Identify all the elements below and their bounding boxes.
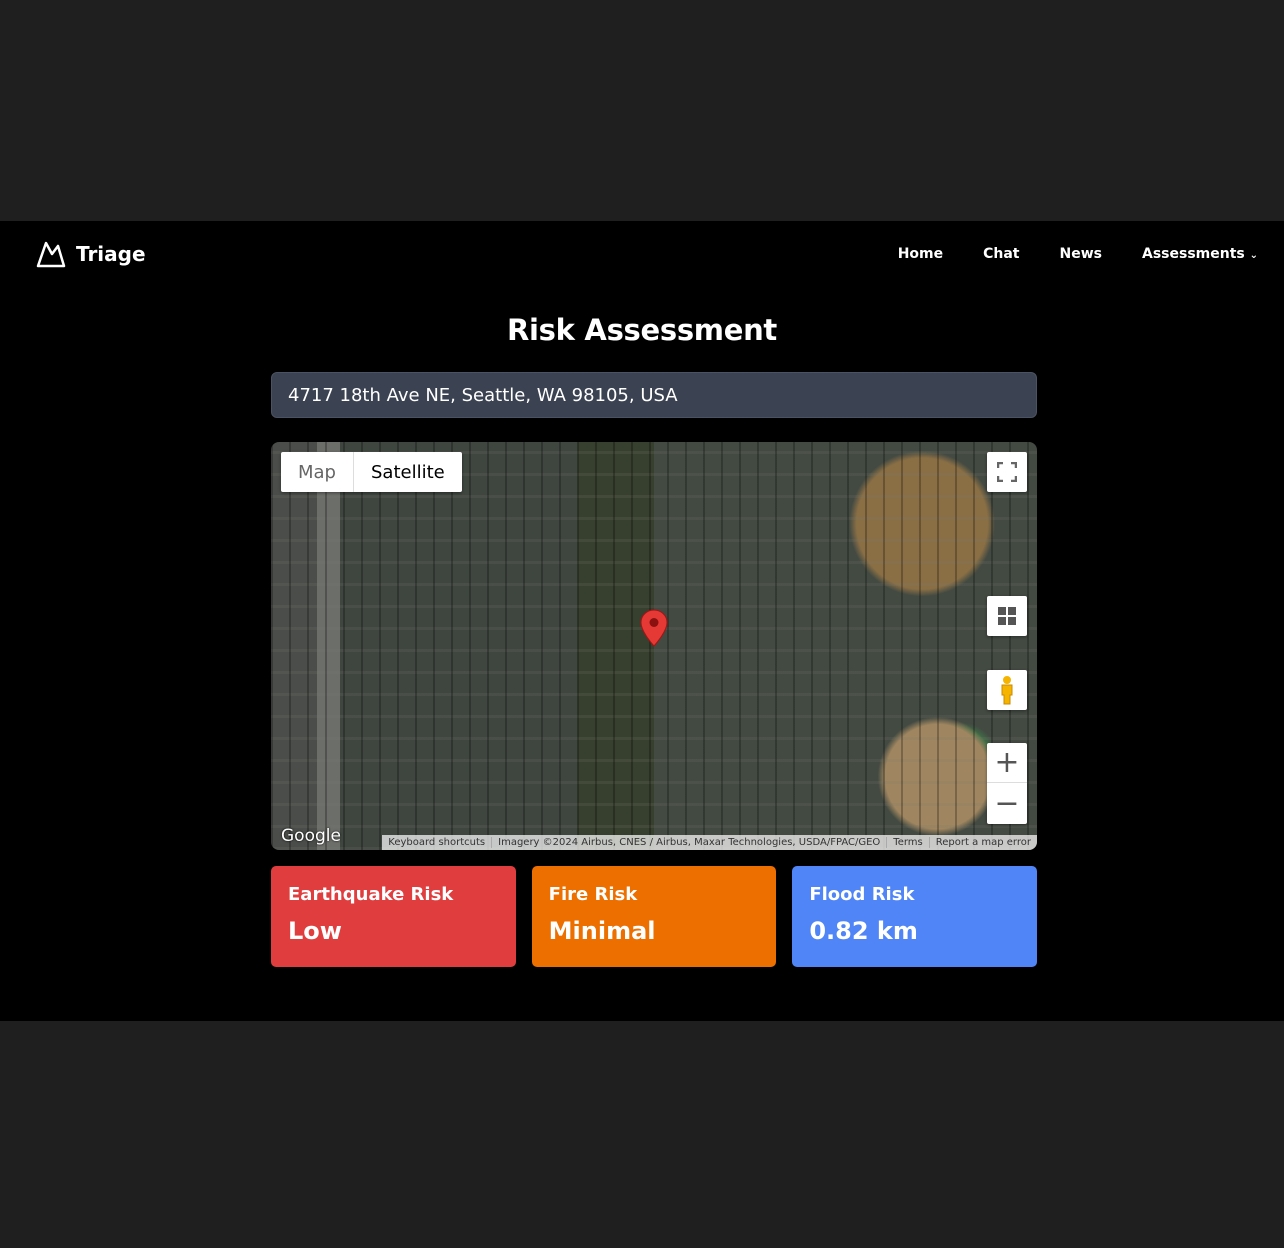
map-type-control: Map Satellite [281, 452, 462, 492]
zoom-in-icon[interactable]: + [987, 743, 1027, 783]
map-attribution: Keyboard shortcuts Imagery ©2024 Airbus,… [382, 835, 1037, 850]
nav-assessments[interactable]: Assessments ⌄ [1142, 246, 1258, 262]
card-title: Flood Risk [809, 884, 915, 905]
map-pin-icon[interactable] [640, 609, 668, 647]
zoom-control: + − [987, 743, 1027, 824]
imagery-credit: Imagery ©2024 Airbus, CNES / Airbus, Max… [491, 837, 886, 848]
map-type-map[interactable]: Map [281, 452, 354, 492]
flood-risk-card: Flood Risk 0.82 km [792, 866, 1038, 967]
card-value: Minimal [548, 917, 656, 945]
mountain-logo-icon [36, 241, 66, 268]
risk-cards: Earthquake Risk Low Fire Risk Minimal Fl… [271, 866, 1038, 967]
map-type-satellite[interactable]: Satellite [354, 452, 462, 492]
app: Triage Home Chat News Assessments ⌄ Risk… [0, 221, 1284, 1021]
terms-link[interactable]: Terms [886, 837, 928, 848]
nav-chat[interactable]: Chat [983, 246, 1019, 262]
fire-risk-card: Fire Risk Minimal [531, 866, 777, 967]
card-value: Low [288, 917, 342, 945]
keyboard-shortcuts-link[interactable]: Keyboard shortcuts [382, 837, 491, 848]
zoom-out-icon[interactable]: − [987, 783, 1027, 823]
page-title: Risk Assessment [507, 313, 777, 347]
card-title: Fire Risk [548, 884, 638, 905]
card-title: Earthquake Risk [288, 884, 454, 905]
navbar: Triage Home Chat News Assessments ⌄ [0, 221, 1284, 287]
report-error-link[interactable]: Report a map error [928, 837, 1037, 848]
pegman-icon[interactable] [987, 670, 1027, 710]
card-value: 0.82 km [809, 917, 918, 945]
earthquake-risk-card: Earthquake Risk Low [271, 866, 516, 967]
brand-name: Triage [76, 242, 146, 266]
nav-news[interactable]: News [1060, 246, 1102, 262]
google-logo: Google [281, 826, 341, 846]
nav-links: Home Chat News Assessments ⌄ [898, 246, 1258, 262]
chevron-down-icon: ⌄ [1249, 250, 1258, 261]
layers-icon[interactable] [987, 596, 1027, 636]
address-input[interactable] [271, 372, 1037, 418]
nav-assessments-label: Assessments [1141, 246, 1245, 262]
brand[interactable]: Triage [36, 240, 146, 268]
map[interactable]: Map Satellite + − Google Keyboard shortc… [271, 442, 1037, 850]
fullscreen-icon[interactable] [987, 452, 1027, 492]
nav-home[interactable]: Home [898, 246, 943, 262]
